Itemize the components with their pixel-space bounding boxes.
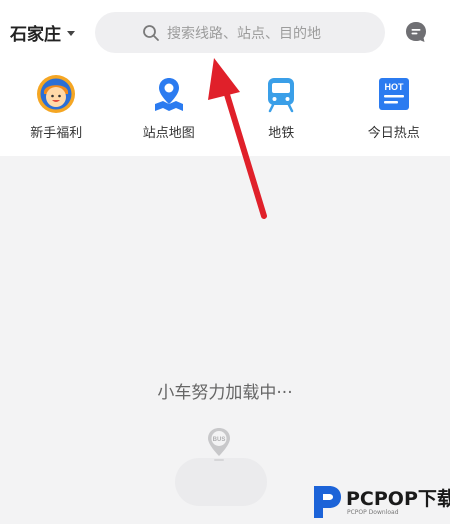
map-pin-icon <box>154 78 183 111</box>
quick-entry-label: 今日热点 <box>367 126 420 141</box>
hot-badge-text: HOT <box>384 82 404 92</box>
watermark: PCPOP下载 PCPOP Download <box>310 482 450 520</box>
city-selector[interactable]: 石家庄 <box>10 20 75 45</box>
city-name: 石家庄 <box>10 25 61 45</box>
quick-entry-subway[interactable]: 地铁 <box>225 68 338 156</box>
map-content-area: 小车努力加载中··· BUS <box>0 156 450 524</box>
loading-text: 小车努力加载中··· <box>157 383 293 403</box>
search-placeholder: 搜索线路、站点、目的地 <box>167 26 321 42</box>
quick-entry-bar: 新手福利 站点地图 地铁 HOT 今日热点 <box>0 68 450 156</box>
bus-shadow <box>175 458 267 506</box>
avatar-icon <box>37 75 76 113</box>
bus-marker-icon: BUS <box>208 428 230 461</box>
quick-entry-station-map[interactable]: 站点地图 <box>113 68 226 156</box>
bus-marker-label: BUS <box>213 437 226 443</box>
top-bar: 石家庄 搜索线路、站点、目的地 <box>0 0 450 66</box>
quick-entry-newbie-benefits[interactable]: 新手福利 <box>0 68 113 156</box>
search-bar[interactable]: 搜索线路、站点、目的地 <box>95 12 385 53</box>
subway-train-icon <box>268 78 295 113</box>
quick-entry-label: 站点地图 <box>142 126 195 141</box>
caret-down-icon <box>67 31 75 36</box>
message-icon[interactable] <box>404 20 428 44</box>
search-icon <box>143 25 159 41</box>
hot-news-icon: HOT <box>378 78 409 110</box>
quick-entry-label: 地铁 <box>268 126 295 141</box>
quick-entry-today-hot[interactable]: HOT 今日热点 <box>338 68 450 156</box>
watermark-subtitle: PCPOP Download <box>347 509 399 516</box>
quick-entry-label: 新手福利 <box>30 126 83 141</box>
watermark-brand: PCPOP下载 <box>346 488 450 510</box>
pcpop-logo-icon <box>314 486 341 518</box>
